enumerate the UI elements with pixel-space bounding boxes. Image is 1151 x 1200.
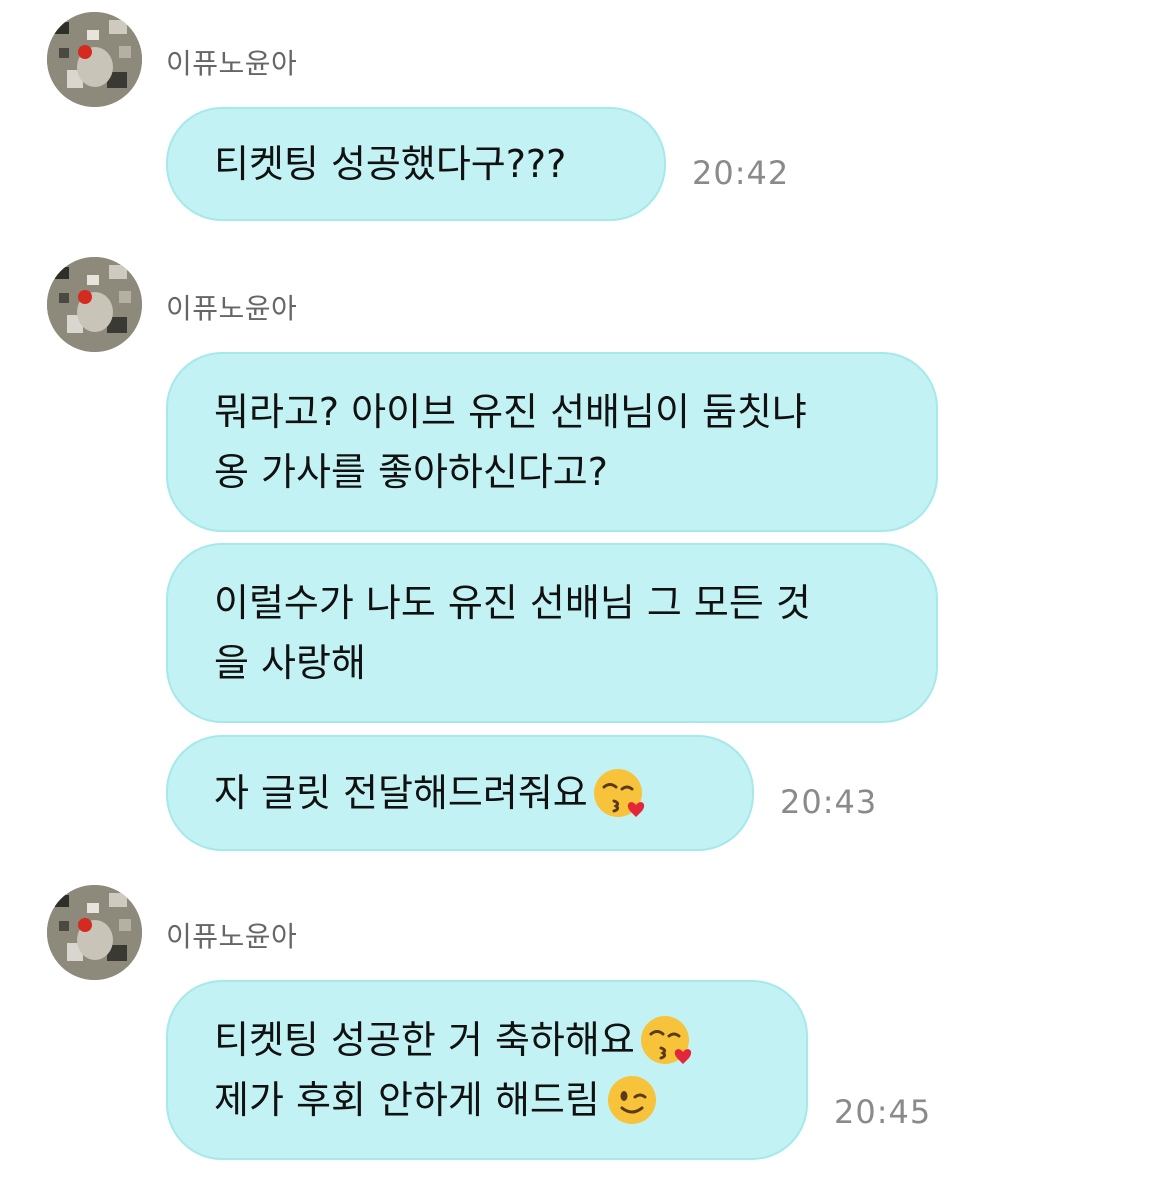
message-line: 자 글릿 전달해드려줘요 — [214, 771, 588, 815]
message-bubble[interactable]: 이럴수가 나도 유진 선배님 그 모든 것 을 사랑해 — [166, 543, 938, 723]
sender-name: 이퓨노윤아 — [166, 920, 298, 953]
sender-name: 이퓨노윤아 — [166, 47, 298, 80]
avatar[interactable] — [47, 257, 142, 352]
sender-name: 이퓨노윤아 — [166, 292, 298, 325]
message-bubble[interactable]: 자 글릿 전달해드려줘요 — [166, 735, 754, 851]
message-line: 티켓팅 성공한 거 축하해요 — [214, 1018, 635, 1062]
message-timestamp: 20:43 — [780, 783, 878, 821]
avatar-image — [47, 885, 142, 980]
avatar-image — [47, 12, 142, 107]
winking-face-icon — [607, 1076, 656, 1124]
message-bubble[interactable]: 티켓팅 성공한 거 축하해요 제가 후회 안하게 해드림 — [166, 980, 808, 1160]
message-line: 제가 후회 안하게 해드림 — [214, 1078, 600, 1122]
message-timestamp: 20:42 — [692, 154, 790, 192]
message-bubble[interactable]: 뭐라고? 아이브 유진 선배님이 둠칫냐 옹 가사를 좋아하신다고? — [166, 352, 938, 532]
message-line: 이럴수가 나도 유진 선배님 그 모든 것 — [214, 581, 811, 625]
kissing-face-with-heart-icon — [640, 1016, 691, 1064]
message-bubble[interactable]: 티켓팅 성공했다구??? — [166, 107, 666, 221]
avatar[interactable] — [47, 12, 142, 107]
message-line: 티켓팅 성공했다구??? — [214, 142, 567, 186]
message-timestamp: 20:45 — [834, 1093, 932, 1131]
avatar-image — [47, 257, 142, 352]
avatar[interactable] — [47, 885, 142, 980]
message-line: 옹 가사를 좋아하신다고? — [214, 450, 608, 494]
kissing-face-with-heart-icon — [593, 769, 644, 817]
message-line: 을 사랑해 — [214, 641, 366, 685]
message-line: 뭐라고? 아이브 유진 선배님이 둠칫냐 — [214, 390, 807, 434]
